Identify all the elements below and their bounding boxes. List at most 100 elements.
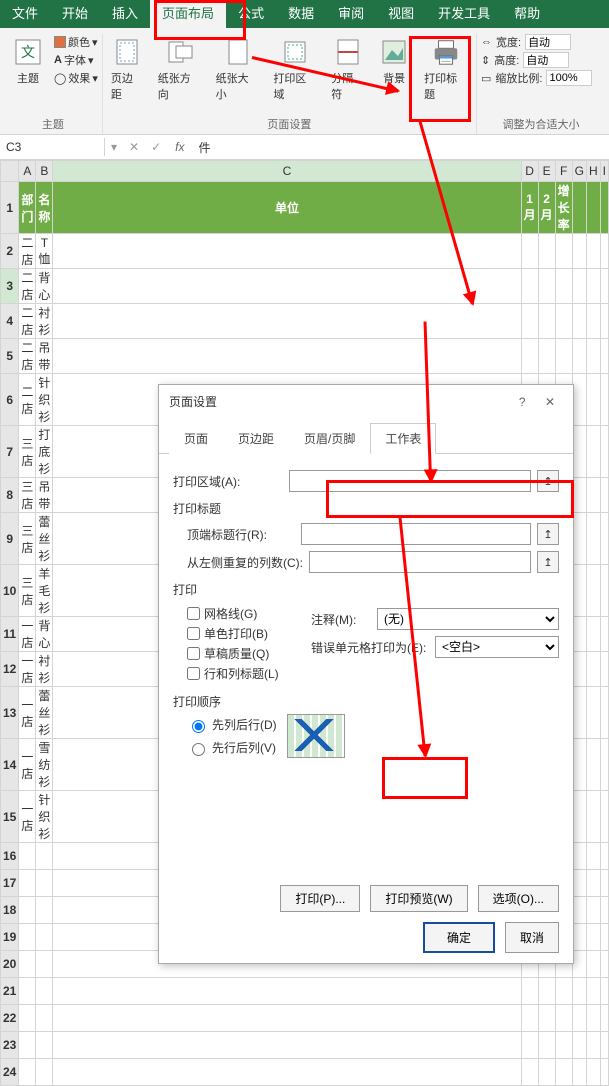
- row-header-1[interactable]: 1: [1, 182, 19, 234]
- cell-3-2[interactable]: [53, 269, 521, 304]
- cell-18-0[interactable]: [19, 897, 36, 924]
- cell-3-4[interactable]: [538, 269, 555, 304]
- cell-4-0[interactable]: 二店: [19, 304, 36, 339]
- cell-24-5[interactable]: [555, 1059, 572, 1086]
- col-header-D[interactable]: D: [521, 161, 538, 182]
- cell-11-0[interactable]: 一店: [19, 617, 36, 652]
- fb-x[interactable]: ✕: [123, 140, 145, 154]
- cell-6-0[interactable]: 二店: [19, 374, 36, 426]
- cell-3-1[interactable]: 背心: [36, 269, 53, 304]
- row-header-13[interactable]: 13: [1, 687, 19, 739]
- cell-16-0[interactable]: [19, 843, 36, 870]
- col-header-I[interactable]: I: [600, 161, 608, 182]
- cell-23-5[interactable]: [555, 1032, 572, 1059]
- cell-5-6[interactable]: [572, 339, 586, 374]
- cell-8-8[interactable]: [600, 478, 608, 513]
- cell-4-7[interactable]: [586, 304, 600, 339]
- fx-label[interactable]: fx: [167, 140, 192, 154]
- cell-1-6[interactable]: [572, 182, 586, 234]
- menu-tab-7[interactable]: 视图: [376, 0, 426, 28]
- row-header-5[interactable]: 5: [1, 339, 19, 374]
- select-all-cell[interactable]: [1, 161, 19, 182]
- cell-8-1[interactable]: 吊带: [36, 478, 53, 513]
- cell-2-7[interactable]: [586, 234, 600, 269]
- cell-4-1[interactable]: 衬衫: [36, 304, 53, 339]
- cell-22-0[interactable]: [19, 1005, 36, 1032]
- cell-3-6[interactable]: [572, 269, 586, 304]
- col-header-H[interactable]: H: [586, 161, 600, 182]
- cell-24-8[interactable]: [600, 1059, 608, 1086]
- cell-1-0[interactable]: 部门: [19, 182, 36, 234]
- close-icon[interactable]: ✕: [537, 395, 563, 409]
- print-button[interactable]: 打印(P)...: [280, 885, 360, 912]
- cell-15-6[interactable]: [572, 791, 586, 843]
- cell-13-1[interactable]: 蕾丝衫: [36, 687, 53, 739]
- scale-ratio-input[interactable]: [546, 70, 592, 86]
- errors-select[interactable]: <空白>: [435, 636, 559, 658]
- cell-22-8[interactable]: [600, 1005, 608, 1032]
- menu-tab-5[interactable]: 数据: [276, 0, 326, 28]
- row-header-15[interactable]: 15: [1, 791, 19, 843]
- cell-16-6[interactable]: [572, 843, 586, 870]
- cell-23-3[interactable]: [521, 1032, 538, 1059]
- cell-9-1[interactable]: 蕾丝衫: [36, 513, 53, 565]
- cell-7-7[interactable]: [586, 426, 600, 478]
- row-header-19[interactable]: 19: [1, 924, 19, 951]
- cell-21-2[interactable]: [53, 978, 521, 1005]
- cell-7-6[interactable]: [572, 426, 586, 478]
- cell-21-6[interactable]: [572, 978, 586, 1005]
- cell-21-7[interactable]: [586, 978, 600, 1005]
- cell-18-6[interactable]: [572, 897, 586, 924]
- cell-17-6[interactable]: [572, 870, 586, 897]
- chk-headings[interactable]: [187, 667, 200, 680]
- cell-24-4[interactable]: [538, 1059, 555, 1086]
- cell-24-1[interactable]: [36, 1059, 53, 1086]
- row-header-4[interactable]: 4: [1, 304, 19, 339]
- row-header-3[interactable]: 3: [1, 269, 19, 304]
- cell-15-8[interactable]: [600, 791, 608, 843]
- cell-21-4[interactable]: [538, 978, 555, 1005]
- cell-23-2[interactable]: [53, 1032, 521, 1059]
- cell-16-7[interactable]: [586, 843, 600, 870]
- cell-3-8[interactable]: [600, 269, 608, 304]
- cell-5-7[interactable]: [586, 339, 600, 374]
- row-header-2[interactable]: 2: [1, 234, 19, 269]
- cell-13-6[interactable]: [572, 687, 586, 739]
- breaks-button[interactable]: 分隔符: [327, 34, 368, 104]
- help-icon[interactable]: ?: [511, 395, 534, 409]
- comments-select[interactable]: (无): [377, 608, 559, 630]
- scale-width[interactable]: ⇔ 宽度:: [481, 34, 601, 50]
- cell-10-8[interactable]: [600, 565, 608, 617]
- cell-16-8[interactable]: [600, 843, 608, 870]
- cell-5-5[interactable]: [555, 339, 572, 374]
- cell-3-5[interactable]: [555, 269, 572, 304]
- menu-tab-1[interactable]: 开始: [50, 0, 100, 28]
- cell-6-6[interactable]: [572, 374, 586, 426]
- cell-4-2[interactable]: [53, 304, 521, 339]
- row-header-16[interactable]: 16: [1, 843, 19, 870]
- orientation-button[interactable]: 纸张方向: [154, 34, 206, 104]
- cell-6-8[interactable]: [600, 374, 608, 426]
- cell-18-7[interactable]: [586, 897, 600, 924]
- cell-19-0[interactable]: [19, 924, 36, 951]
- name-box[interactable]: C3: [0, 138, 105, 156]
- dialog-tab-1[interactable]: 页边距: [223, 423, 289, 454]
- cell-4-5[interactable]: [555, 304, 572, 339]
- col-header-E[interactable]: E: [538, 161, 555, 182]
- cell-12-7[interactable]: [586, 652, 600, 687]
- cell-22-3[interactable]: [521, 1005, 538, 1032]
- cell-5-3[interactable]: [521, 339, 538, 374]
- cell-14-0[interactable]: 一店: [19, 739, 36, 791]
- options-button[interactable]: 选项(O)...: [478, 885, 559, 912]
- cell-22-2[interactable]: [53, 1005, 521, 1032]
- top-rows-input[interactable]: [301, 523, 531, 545]
- cell-21-1[interactable]: [36, 978, 53, 1005]
- formula-value[interactable]: 件: [193, 139, 217, 156]
- print-titles-button[interactable]: 打印标题: [420, 34, 472, 104]
- cell-23-4[interactable]: [538, 1032, 555, 1059]
- cell-1-7[interactable]: [586, 182, 600, 234]
- scale-height-input[interactable]: [523, 52, 569, 68]
- cell-24-3[interactable]: [521, 1059, 538, 1086]
- cell-4-6[interactable]: [572, 304, 586, 339]
- row-header-23[interactable]: 23: [1, 1032, 19, 1059]
